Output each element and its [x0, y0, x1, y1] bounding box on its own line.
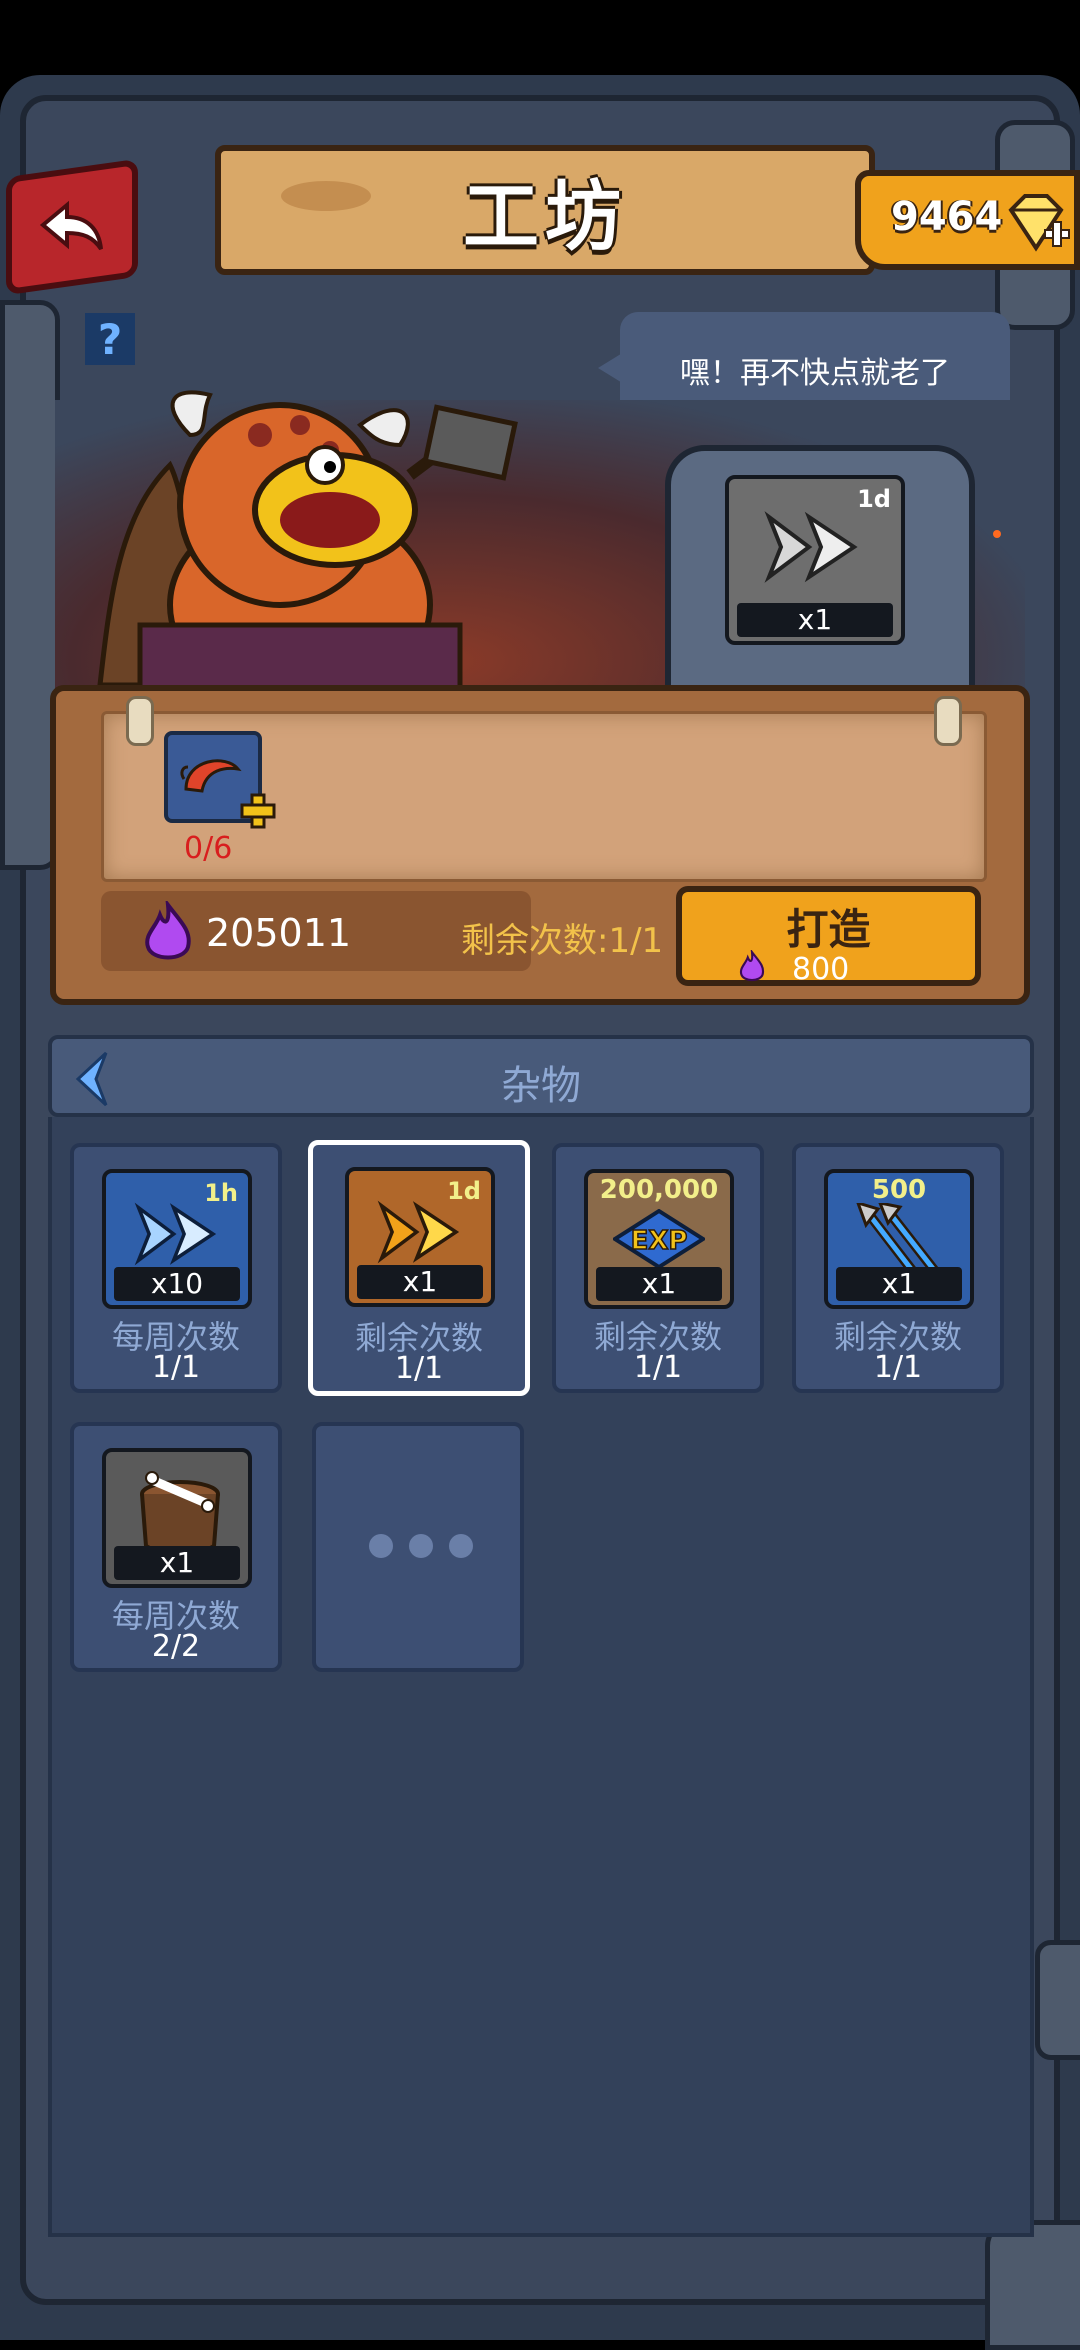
item-qty: x1 — [836, 1267, 962, 1301]
craft-panel: 0/6 205011 剩余次数:1/1 打造 800 — [50, 685, 1030, 1005]
forge-result-slot[interactable]: 1d x1 — [725, 475, 905, 645]
purple-flame-icon — [739, 950, 765, 982]
category-label: 杂物 — [501, 1063, 581, 1109]
silver-arrow-icon — [764, 511, 858, 583]
item-count: 1/1 — [873, 1350, 923, 1385]
item-tag: 200,000 — [599, 1175, 719, 1205]
item-card[interactable]: 1h x10 每周次数 1/1 — [70, 1143, 282, 1393]
back-arrow-icon — [39, 200, 103, 251]
more-dots-icon — [369, 1534, 473, 1558]
item-icon-frame: 200,000 EXP x1 — [584, 1169, 734, 1309]
back-button[interactable] — [6, 158, 138, 296]
ember-dot — [993, 530, 1001, 538]
title-banner: 工坊 — [215, 145, 875, 275]
forge-cost: 800 — [792, 952, 850, 987]
speech-text: 嘿！再不快点就老了 — [680, 355, 950, 391]
gem-count: 9464 — [891, 194, 1003, 240]
category-header: 杂物 — [48, 1035, 1034, 1117]
remaining-count: 剩余次数:1/1 — [461, 921, 664, 961]
item-qty: x1 — [357, 1265, 483, 1299]
item-count: 1/1 — [394, 1351, 444, 1386]
item-qty: x10 — [114, 1267, 240, 1301]
page-title: 工坊 — [463, 172, 627, 261]
item-count: 1/1 — [151, 1350, 201, 1385]
item-count: 1/1 — [633, 1350, 683, 1385]
item-count: 2/2 — [151, 1629, 201, 1664]
ingredient-slot[interactable] — [164, 731, 276, 829]
purple-flame-icon — [145, 901, 191, 960]
rock-decoration — [1035, 1940, 1080, 2060]
forge-button-label: 打造 — [786, 905, 871, 954]
blue-arrow-icon — [134, 1202, 217, 1266]
essence-amount: 205011 — [206, 911, 352, 955]
bone-barrel-icon — [140, 1471, 220, 1556]
forge-button[interactable]: 打造 800 — [676, 886, 981, 987]
forge-slot-qty: x1 — [737, 603, 893, 637]
item-card[interactable]: 200,000 EXP x1 剩余次数 1/1 — [552, 1143, 764, 1393]
more-items-card[interactable] — [312, 1422, 524, 1672]
item-icon-frame: x1 — [102, 1448, 252, 1588]
scroll-pin — [126, 696, 154, 746]
add-plus-icon — [240, 793, 276, 829]
app-root: 工坊 9464 ? 嘿！再不快点就老了 1d x1 0/6 205011 剩余次… — [0, 0, 1080, 2350]
item-qty: x1 — [114, 1546, 240, 1580]
rock-decoration — [985, 2220, 1080, 2350]
item-card[interactable]: x1 每周次数 2/2 — [70, 1422, 282, 1672]
item-qty: x1 — [596, 1267, 722, 1301]
scroll-pin — [934, 696, 962, 746]
svg-text:EXP: EXP — [631, 1226, 688, 1256]
item-icon-frame: 1d x1 — [345, 1167, 495, 1307]
blacksmith-character — [97, 390, 518, 695]
item-card-selected[interactable]: 1d x1 剩余次数 1/1 — [308, 1140, 530, 1396]
exp-icon: EXP — [613, 1209, 705, 1269]
gem-add-icon — [1008, 194, 1070, 252]
item-tag: 500 — [871, 1175, 927, 1205]
ingredient-count: 0/6 — [184, 831, 233, 866]
gem-counter[interactable]: 9464 — [855, 170, 1080, 270]
item-card[interactable]: 500 x1 剩余次数 1/1 — [792, 1143, 1004, 1393]
item-icon-frame: 1h x10 — [102, 1169, 252, 1309]
gold-arrow-icon — [377, 1200, 460, 1264]
item-icon-frame: 500 x1 — [824, 1169, 974, 1309]
shrimp-icon — [180, 759, 242, 793]
